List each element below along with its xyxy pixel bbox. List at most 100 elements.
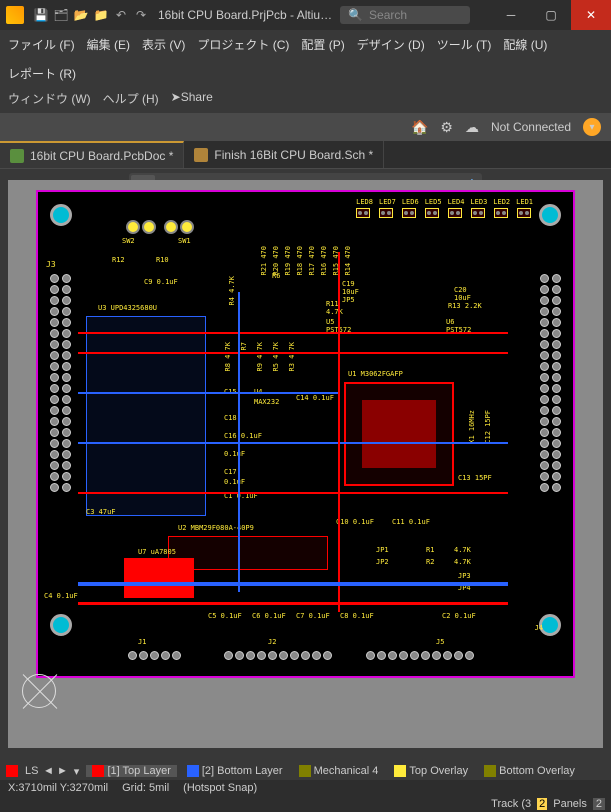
menu-window[interactable]: ウィンドウ (W) <box>8 90 91 107</box>
menu-edit[interactable]: 編集 (E) <box>87 36 130 53</box>
redo-icon[interactable]: ↷ <box>132 6 150 24</box>
silk-text: R4 4.7K <box>228 276 236 306</box>
menu-report[interactable]: レポート (R) <box>8 65 76 82</box>
ls-label[interactable]: LS <box>25 765 38 777</box>
silk-text: C10 0.1uF <box>336 518 374 526</box>
silk-text: C8 0.1uF <box>340 612 374 620</box>
silk-text: C20 <box>454 286 467 294</box>
menu-route[interactable]: 配線 (U) <box>503 36 547 53</box>
app-logo <box>6 6 24 24</box>
undo-icon[interactable]: ↶ <box>112 6 130 24</box>
silk-text: JP5 <box>342 296 355 304</box>
home-icon[interactable]: 🏠 <box>411 119 428 136</box>
pcb-canvas[interactable]: LED8LED7LED6LED5LED4LED3LED2LED1 SW2 SW1… <box>8 180 603 748</box>
cloud-icon[interactable]: ☁ <box>465 119 479 136</box>
window-title: 16bit CPU Board.PrjPcb - Altiu… <box>158 8 332 22</box>
menu-project[interactable]: プロジェクト (C) <box>197 36 289 53</box>
silk-text: C14 0.1uF <box>296 394 334 402</box>
silk-text: R8 4.7K <box>224 342 232 372</box>
tab-pcbdoc[interactable]: 16bit CPU Board.PcbDoc * <box>0 141 184 168</box>
silk-text: 0.1uF <box>224 478 245 486</box>
user-avatar[interactable]: ▾ <box>583 118 601 136</box>
silk-text: R6 <box>272 272 280 280</box>
mounting-hole <box>539 204 561 226</box>
layer-tab-top[interactable]: [1] Top Layer <box>86 765 176 777</box>
layer-tab-topoverlay[interactable]: Top Overlay <box>388 765 474 777</box>
silk-text: R9 4.7K <box>256 342 264 372</box>
maximize-button[interactable]: ▢ <box>531 0 571 30</box>
pcb-board[interactable]: LED8LED7LED6LED5LED4LED3LED2LED1 SW2 SW1… <box>36 190 575 678</box>
share-icon: ➤ <box>171 90 181 104</box>
menu-place[interactable]: 配置 (P) <box>301 36 344 53</box>
status-coords: X:3710mil Y:3270mil <box>8 782 108 794</box>
panels-button[interactable]: Panels <box>553 798 587 810</box>
header-j3 <box>50 274 59 492</box>
silk-text: JP3 <box>458 572 471 580</box>
layer-menu-icon[interactable]: ▾ <box>70 765 82 778</box>
silk-text: C7 0.1uF <box>296 612 330 620</box>
switch-pad <box>126 220 140 234</box>
tab-schdoc[interactable]: Finish 16Bit CPU Board.Sch * <box>184 141 384 168</box>
trace <box>78 582 508 586</box>
menu-file[interactable]: ファイル (F) <box>8 36 75 53</box>
layer-tab-botoverlay[interactable]: Bottom Overlay <box>478 765 581 777</box>
save-all-icon[interactable]: 🗂 <box>52 6 70 24</box>
switch-pad <box>142 220 156 234</box>
silk-text: C3 47uF <box>86 508 116 516</box>
layer-next-icon[interactable]: ► <box>56 765 68 778</box>
silk-text: SW2 <box>122 237 135 245</box>
open-icon[interactable]: 📂 <box>72 6 90 24</box>
silk-text: U2 MBM29F080A-40P9 <box>178 524 254 532</box>
search-icon: 🔍 <box>348 8 363 22</box>
silk-text: R12 <box>112 256 125 264</box>
silk-text: R5 4.7K <box>272 342 280 372</box>
menu-help[interactable]: ヘルプ (H) <box>103 90 159 107</box>
silk-text: U3 UPD4325680U <box>98 304 157 312</box>
menu-view[interactable]: 表示 (V) <box>142 36 185 53</box>
menu-design[interactable]: デザイン (D) <box>357 36 425 53</box>
sch-file-icon <box>194 148 208 162</box>
silk-text: C11 0.1uF <box>392 518 430 526</box>
status-grid: Grid: 5mil <box>122 782 169 794</box>
silk-text: R2 <box>426 558 434 566</box>
search-input[interactable]: 🔍 Search <box>340 6 470 24</box>
layer-tab-bottom[interactable]: [2] Bottom Layer <box>181 765 289 777</box>
connection-status: Not Connected <box>491 120 571 134</box>
silk-text: R1 <box>426 546 434 554</box>
switch-pad <box>164 220 178 234</box>
silk-text: C17 <box>224 468 237 476</box>
silk-text: 4.7K <box>454 558 471 566</box>
silk-text: 4.7K <box>454 546 471 554</box>
save-icon[interactable]: 💾 <box>32 6 50 24</box>
header-j1 <box>128 651 181 660</box>
pcb-file-icon <box>10 149 24 163</box>
layer-prev-icon[interactable]: ◄ <box>42 765 54 778</box>
trace <box>78 392 338 394</box>
gear-icon[interactable]: ⚙ <box>440 119 453 136</box>
layer-tab-mech4[interactable]: Mechanical 4 <box>293 765 385 777</box>
menu-tools[interactable]: ツール (T) <box>437 36 492 53</box>
silk-text: U1 M3062FGAFP <box>348 370 403 378</box>
mounting-hole <box>50 614 72 636</box>
silk-text: R7 <box>240 342 248 350</box>
share-button[interactable]: ➤Share <box>171 90 213 107</box>
silk-text: R10 <box>156 256 169 264</box>
silk-text: C13 15PF <box>458 474 492 482</box>
silk-text: C19 <box>342 280 355 288</box>
search-placeholder: Search <box>369 8 407 22</box>
layer-tab-bar: LS ◄ ► ▾ [1] Top Layer [2] Bottom Layer … <box>0 762 611 780</box>
minimize-button[interactable]: ─ <box>491 0 531 30</box>
silk-text: 0.1uF <box>224 450 245 458</box>
close-button[interactable]: ✕ <box>571 0 611 30</box>
project-icon[interactable]: 📁 <box>92 6 110 24</box>
trace <box>78 332 508 334</box>
silk-text: J5 <box>436 638 444 646</box>
silk-text: C4 0.1uF <box>44 592 78 600</box>
silk-text: C6 0.1uF <box>252 612 286 620</box>
silk-text: 10uF <box>454 294 471 302</box>
chip-u1 <box>344 382 454 486</box>
trace <box>78 442 508 444</box>
silk-text: R19 470 <box>284 246 292 276</box>
trace <box>338 252 340 612</box>
panels-badge: 2 <box>593 798 605 810</box>
